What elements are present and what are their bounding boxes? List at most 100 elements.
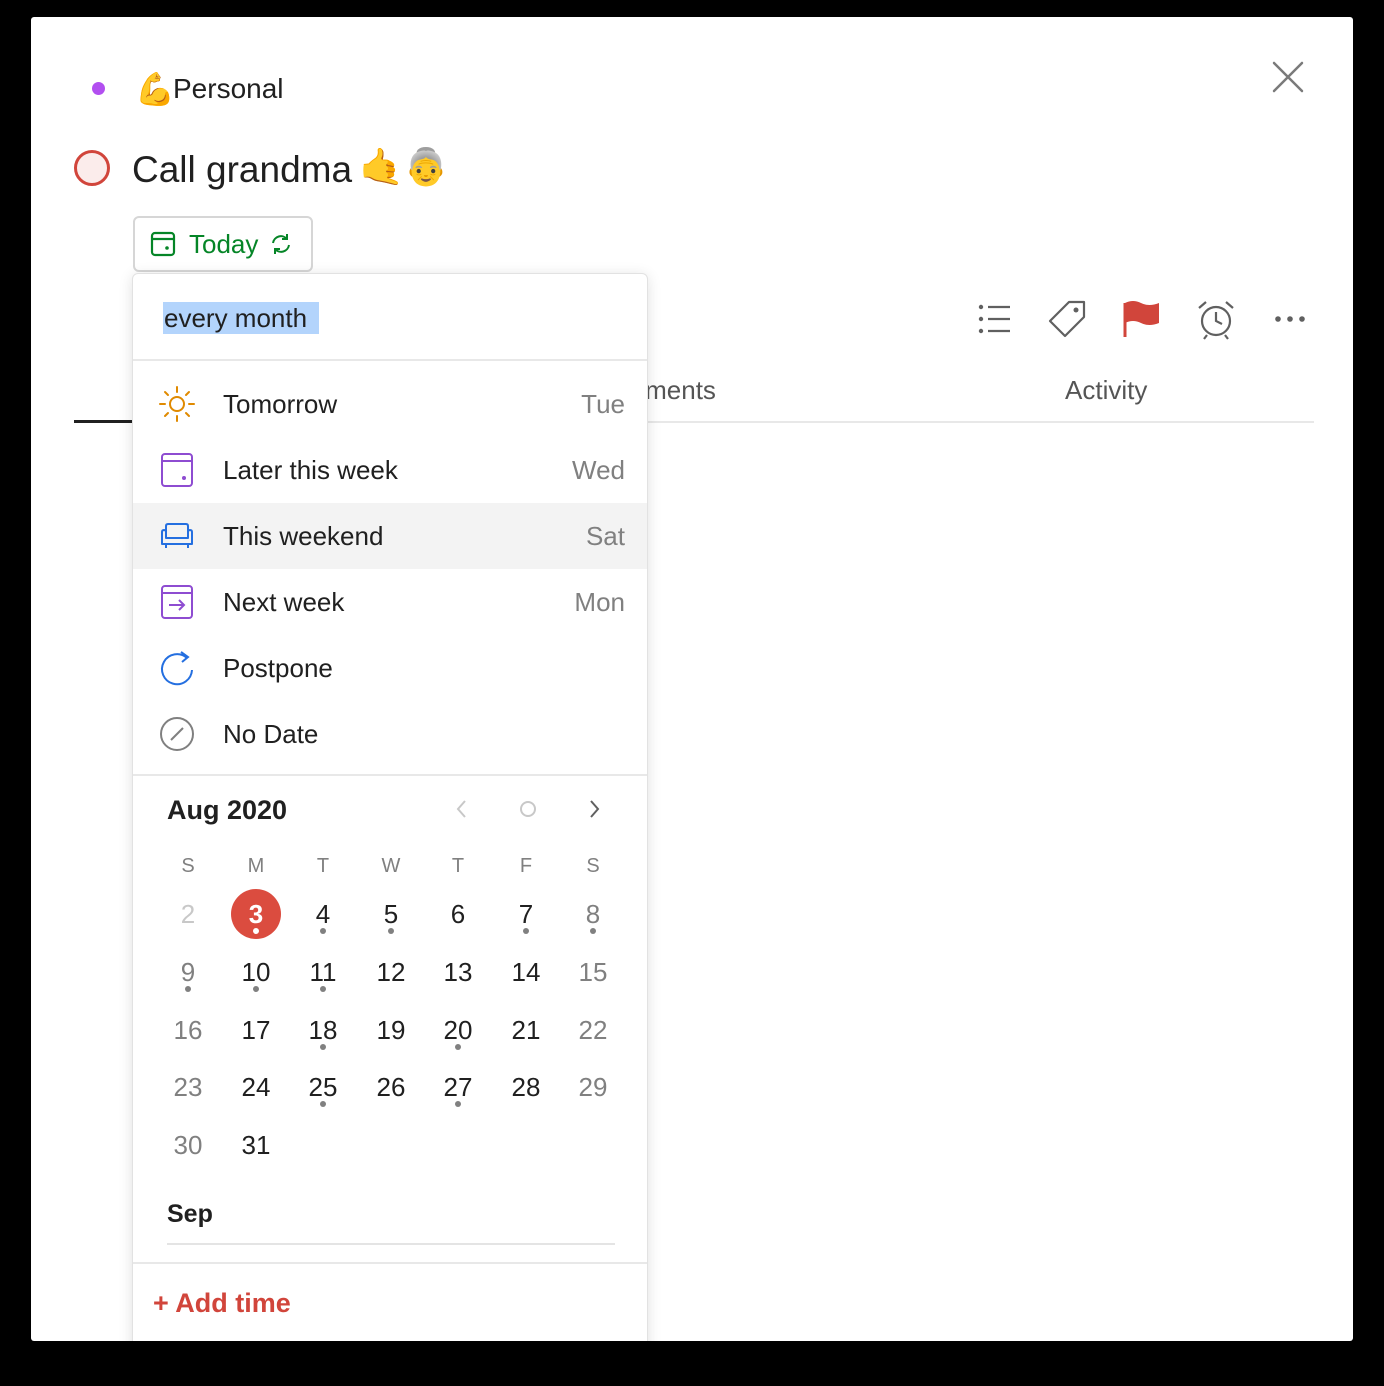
close-icon[interactable] xyxy=(1268,57,1308,97)
option-label: Postpone xyxy=(223,653,333,683)
calendar-day-number: 19 xyxy=(376,1015,406,1045)
calendar-day[interactable]: 25 xyxy=(298,1062,348,1112)
task-detail-window: 💪 Personal Call grandma 🤙👵 Today omments… xyxy=(31,17,1353,1341)
next-month-title: Sep xyxy=(167,1200,213,1228)
option-label: Next week xyxy=(223,587,345,617)
calendar-day[interactable]: 4 xyxy=(298,889,348,939)
option-no-date[interactable]: No Date xyxy=(133,701,647,767)
calendar-day-number: 12 xyxy=(376,957,406,987)
divider xyxy=(133,1262,647,1264)
due-date-label: Today xyxy=(189,229,259,259)
calendar-day-number: 13 xyxy=(443,957,473,987)
calendar-day-number: 24 xyxy=(241,1072,271,1102)
calendar-day[interactable]: 28 xyxy=(501,1062,551,1112)
arrow-right-box-icon xyxy=(161,585,193,619)
weekday-label: M xyxy=(247,855,265,877)
next-month-divider xyxy=(167,1243,615,1245)
calendar-day-today[interactable]: 3 xyxy=(231,889,281,939)
calendar-day-number: 15 xyxy=(578,957,608,987)
weekday-label: S xyxy=(181,855,195,877)
calendar-day[interactable]: 5 xyxy=(366,889,416,939)
prev-month-icon[interactable] xyxy=(445,792,479,826)
option-day: Tue xyxy=(581,389,625,419)
calendar-day-number: 28 xyxy=(511,1072,541,1102)
calendar-day-number: 23 xyxy=(173,1072,203,1102)
calendar-day[interactable]: 8 xyxy=(568,889,618,939)
calendar-day[interactable]: 16 xyxy=(163,1005,213,1055)
calendar-day[interactable]: 15 xyxy=(568,947,618,997)
calendar-day[interactable]: 2 xyxy=(163,889,213,939)
option-day: Mon xyxy=(574,587,625,617)
calendar-day[interactable]: 24 xyxy=(231,1062,281,1112)
reminder-alarm-icon[interactable] xyxy=(1194,297,1238,341)
calendar-day[interactable]: 9 xyxy=(163,947,213,997)
calendar-icon xyxy=(150,231,176,257)
add-time-button[interactable]: + Add time xyxy=(153,1286,291,1320)
scheduler-input-row: every month xyxy=(133,274,647,361)
task-indicator-dot xyxy=(523,928,529,934)
calendar-day[interactable]: 14 xyxy=(501,947,551,997)
project-name[interactable]: Personal xyxy=(173,72,284,106)
calendar-day[interactable]: 11 xyxy=(298,947,348,997)
calendar-day[interactable]: 18 xyxy=(298,1005,348,1055)
task-indicator-dot xyxy=(185,986,191,992)
calendar-day[interactable]: 6 xyxy=(433,889,483,939)
option-tomorrow[interactable]: Tomorrow Tue xyxy=(133,371,647,437)
calendar-day[interactable]: 27 xyxy=(433,1062,483,1112)
weekday-label: S xyxy=(586,855,600,877)
calendar-day-number: 16 xyxy=(173,1015,203,1045)
priority-flag-icon[interactable] xyxy=(1119,297,1163,341)
option-next-week[interactable]: Next week Mon xyxy=(133,569,647,635)
task-indicator-dot xyxy=(455,1101,461,1107)
calendar-day-number: 14 xyxy=(511,957,541,987)
task-indicator-dot xyxy=(253,928,259,934)
calendar-day[interactable]: 17 xyxy=(231,1005,281,1055)
calendar-day-number: 6 xyxy=(450,899,466,929)
calendar-day[interactable]: 19 xyxy=(366,1005,416,1055)
couch-icon xyxy=(161,523,193,548)
due-date-button[interactable]: Today xyxy=(133,216,313,272)
more-icon[interactable] xyxy=(1268,297,1312,341)
weekday-label: T xyxy=(451,855,465,877)
task-indicator-dot xyxy=(455,1044,461,1050)
calendar-day[interactable]: 7 xyxy=(501,889,551,939)
calendar-day[interactable]: 13 xyxy=(433,947,483,997)
calendar-day[interactable]: 12 xyxy=(366,947,416,997)
subtasks-icon[interactable] xyxy=(972,297,1016,341)
weekday-label: W xyxy=(381,855,401,877)
postpone-arrow-icon xyxy=(161,651,193,686)
calendar-day[interactable]: 20 xyxy=(433,1005,483,1055)
option-label: This weekend xyxy=(223,521,384,551)
calendar-day[interactable]: 29 xyxy=(568,1062,618,1112)
task-indicator-dot xyxy=(590,928,596,934)
calendar-day[interactable]: 10 xyxy=(231,947,281,997)
tab-activity[interactable]: Activity xyxy=(1065,373,1147,407)
go-to-today-icon[interactable] xyxy=(511,792,545,826)
calendar-day[interactable]: 30 xyxy=(163,1120,213,1170)
task-title[interactable]: Call grandma xyxy=(132,147,352,193)
calendar-day[interactable]: 23 xyxy=(163,1062,213,1112)
calendar-day[interactable]: 21 xyxy=(501,1005,551,1055)
task-indicator-dot xyxy=(253,986,259,992)
task-indicator-dot xyxy=(320,986,326,992)
project-color-dot xyxy=(92,82,105,95)
task-indicator-dot xyxy=(320,1101,326,1107)
project-emoji: 💪 xyxy=(135,70,175,108)
scheduler-input[interactable]: every month xyxy=(164,302,307,334)
option-day: Wed xyxy=(572,455,625,485)
task-indicator-dot xyxy=(320,928,326,934)
label-icon[interactable] xyxy=(1045,297,1089,341)
calendar-day[interactable]: 26 xyxy=(366,1062,416,1112)
next-month-icon[interactable] xyxy=(577,792,611,826)
calendar-day[interactable]: 31 xyxy=(231,1120,281,1170)
task-complete-checkbox[interactable] xyxy=(74,150,110,186)
option-label: Later this week xyxy=(223,455,398,485)
calendar-day[interactable]: 22 xyxy=(568,1005,618,1055)
calendar-day-number: 22 xyxy=(578,1015,608,1045)
option-postpone[interactable]: Postpone xyxy=(133,635,647,701)
option-this-weekend[interactable]: This weekend Sat xyxy=(133,503,647,569)
option-day: Sat xyxy=(585,521,625,551)
option-later-this-week[interactable]: Later this week Wed xyxy=(133,437,647,503)
task-indicator-dot xyxy=(320,1044,326,1050)
task-indicator-dot xyxy=(388,928,394,934)
